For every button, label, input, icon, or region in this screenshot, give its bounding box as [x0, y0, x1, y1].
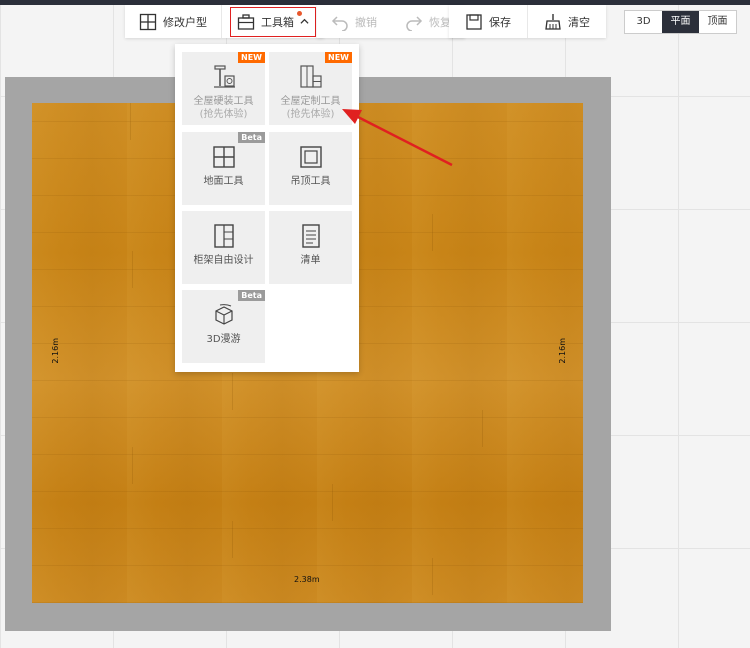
tile-label: 柜架自由设计	[193, 255, 254, 266]
tile-label: 地面工具	[203, 176, 244, 187]
toolbar-history-group: 撤销 恢复	[317, 5, 465, 38]
3d-roam-icon	[214, 304, 233, 325]
redo-icon	[406, 15, 423, 31]
tile-custom-cabinet-tool[interactable]: NEW 全屋定制工具 (抢先体验)	[269, 52, 352, 125]
broom-icon	[545, 13, 561, 30]
clear-label: 清空	[568, 15, 590, 29]
plank-seam	[482, 410, 483, 447]
tile-sublabel: (抢先体验)	[286, 109, 335, 120]
hard-decoration-icon	[213, 65, 235, 88]
width-dimension-label: 2.38m	[294, 575, 320, 584]
chevron-up-icon	[300, 18, 309, 24]
tile-ceiling-tool[interactable]: 吊顶工具	[269, 132, 352, 205]
plank-seam	[432, 214, 433, 251]
tile-label: 清单	[300, 255, 321, 266]
custom-cabinet-icon	[299, 65, 322, 88]
plank-seam	[232, 373, 233, 410]
tile-hard-decoration-tool[interactable]: NEW 全屋硬装工具 (抢先体验)	[182, 52, 265, 125]
save-button[interactable]: 保存	[449, 5, 527, 38]
floor-grid-icon	[212, 146, 235, 168]
tile-sublabel: (抢先体验)	[199, 109, 248, 120]
edit-floorplan-button[interactable]: 修改户型	[125, 5, 221, 38]
toolbox-dropdown: NEW 全屋硬装工具 (抢先体验) NEW 全屋定制工具 (抢先体验) Beta…	[175, 44, 359, 372]
view-ceiling-button[interactable]: 顶面	[699, 11, 736, 33]
undo-button[interactable]: 撤销	[317, 5, 391, 38]
undo-icon	[331, 15, 348, 31]
toolbar-edit-group: 修改户型 工具箱	[125, 5, 324, 38]
toolbox-button[interactable]: 工具箱	[230, 6, 316, 37]
plank-seam	[132, 447, 133, 484]
save-icon	[466, 13, 482, 30]
save-label: 保存	[489, 15, 511, 29]
ceiling-icon	[299, 146, 322, 168]
tile-list[interactable]: 清单	[269, 211, 352, 284]
new-badge: NEW	[238, 52, 265, 63]
tile-label: 吊顶工具	[290, 176, 331, 187]
tile-3d-roam[interactable]: Beta 3D漫游	[182, 290, 265, 363]
toolbar-divider	[221, 5, 222, 38]
redo-label: 恢复	[429, 15, 451, 29]
tile-label: 3D漫游	[206, 334, 241, 345]
right-height-dimension-label: 2.16m	[558, 338, 567, 364]
view-mode-switcher: 3D 平面 顶面	[624, 10, 737, 34]
toolbar-file-group: 保存 清空	[449, 5, 606, 38]
toolbox-icon	[237, 13, 255, 30]
notification-dot	[297, 10, 302, 16]
plank-seam	[232, 521, 233, 558]
plank-seam	[332, 484, 333, 521]
tile-cabinet-design[interactable]: 柜架自由设计	[182, 211, 265, 284]
cabinet-design-icon	[213, 224, 234, 248]
plank-seam	[432, 558, 433, 595]
beta-badge: Beta	[238, 132, 265, 143]
list-icon	[301, 224, 320, 248]
beta-badge: Beta	[238, 290, 265, 301]
tile-floor-tool[interactable]: Beta 地面工具	[182, 132, 265, 205]
undo-label: 撤销	[355, 15, 377, 29]
plank-seam	[130, 103, 131, 140]
plank-seam	[132, 251, 133, 288]
toolbox-label: 工具箱	[261, 15, 294, 29]
edit-floorplan-label: 修改户型	[163, 15, 207, 29]
floorplan-icon	[139, 13, 157, 30]
left-height-dimension-label: 2.16m	[51, 338, 60, 364]
view-plan-button[interactable]: 平面	[662, 11, 699, 33]
view-3d-button[interactable]: 3D	[625, 11, 662, 33]
tile-label: 全屋定制工具	[280, 96, 341, 107]
clear-button[interactable]: 清空	[528, 5, 606, 38]
tile-label: 全屋硬装工具	[193, 96, 254, 107]
new-badge: NEW	[325, 52, 352, 63]
